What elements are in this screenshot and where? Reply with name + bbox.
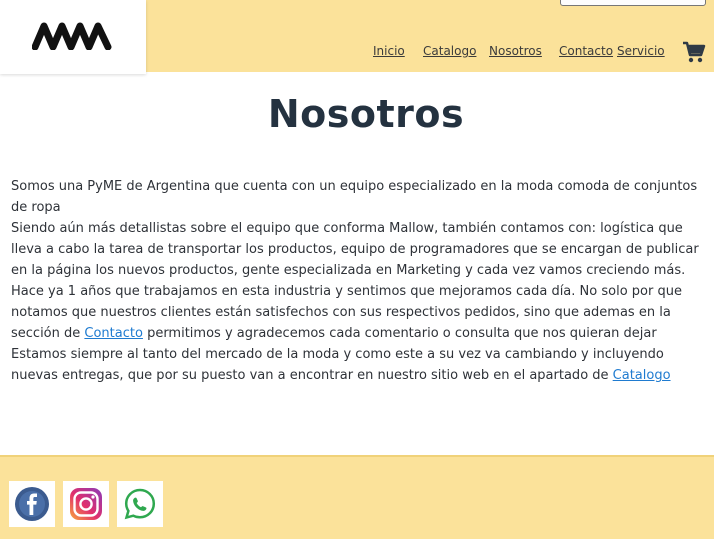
paragraph-intro: Somos una PyME de Argentina que cuenta c…: [11, 179, 698, 215]
cart-icon[interactable]: [682, 40, 706, 68]
contacto-link[interactable]: Contacto: [84, 326, 143, 341]
instagram-icon: [70, 488, 102, 520]
nav-catalogo[interactable]: Catalogo: [423, 43, 476, 59]
facebook-button[interactable]: [9, 481, 55, 527]
paragraph-team: Siendo aún más detallistas sobre el equi…: [11, 221, 699, 278]
paragraph-experience: Hace ya 1 años que trabajamos en esta in…: [11, 284, 682, 341]
nav-nosotros[interactable]: Nosotros: [489, 43, 542, 59]
nav-inicio[interactable]: Inicio: [373, 43, 405, 59]
catalogo-link[interactable]: Catalogo: [613, 368, 671, 383]
instagram-button[interactable]: [63, 481, 109, 527]
page-title: Nosotros: [267, 92, 465, 136]
nav-servicio[interactable]: Servicio: [617, 43, 665, 59]
header: Inicio Catalogo Nosotros Contacto Servic…: [0, 0, 714, 74]
search-input[interactable]: [560, 0, 706, 6]
footer: [0, 455, 714, 539]
logo[interactable]: [0, 0, 146, 74]
facebook-icon: [15, 487, 49, 521]
paragraph-market: Estamos siempre al tanto del mercado de …: [11, 347, 671, 383]
nav-contacto[interactable]: Contacto: [559, 43, 613, 59]
whatsapp-button[interactable]: [117, 481, 163, 527]
mw-logo-icon: [32, 22, 112, 50]
about-content: Somos una PyME de Argentina que cuenta c…: [11, 176, 711, 386]
whatsapp-icon: [124, 488, 156, 520]
